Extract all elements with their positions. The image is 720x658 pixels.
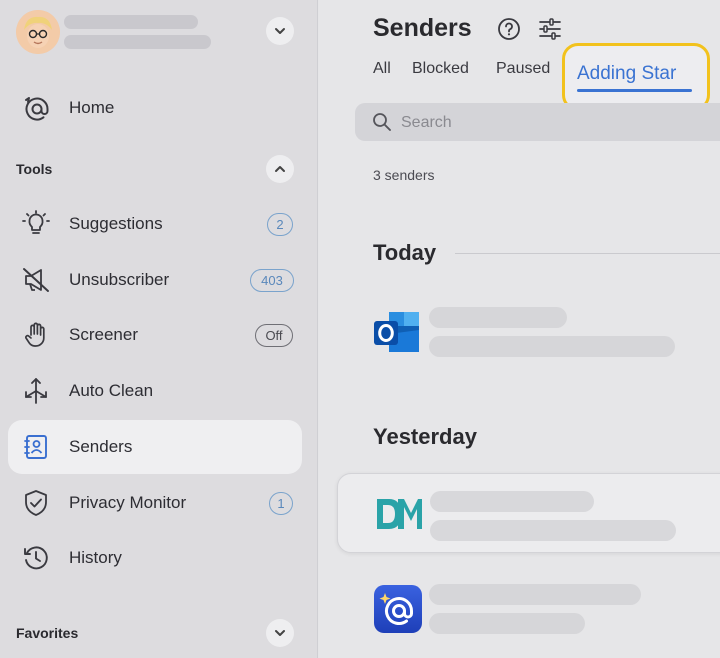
lightbulb-icon [22,210,50,234]
sidebar-item-label: Senders [69,437,133,456]
arrows-icon [25,378,47,404]
sender-email-placeholder [430,520,676,541]
avatar [16,10,60,54]
page-title: Senders [373,14,472,42]
filter-sliders-icon[interactable] [537,16,563,42]
sidebar-item-senders[interactable]: Senders [8,420,302,474]
sidebar-item-label: Unsubscriber [69,270,170,289]
sidebar-item-label: History [69,548,122,567]
main-panel: Senders All Blocked Paused Adding Star S… [319,0,720,658]
unsubscriber-count-badge: 403 [250,269,294,292]
sender-name-placeholder [429,584,641,605]
sidebar-item-label: Home [69,98,115,117]
tab-all[interactable]: All [373,60,391,78]
help-icon[interactable] [497,17,521,41]
collapse-tools-button[interactable] [266,155,294,183]
collapse-favorites-button[interactable] [266,619,294,647]
chevron-up-icon [275,166,285,172]
sidebar-item-home[interactable]: Home [8,81,302,135]
sender-count: 3 senders [373,167,435,183]
sender-name-placeholder [429,307,567,328]
group-header-yesterday: Yesterday [373,424,477,449]
tab-adding-star[interactable]: Adding Star [577,63,676,85]
sender-email-placeholder [429,613,585,634]
tab-blocked[interactable]: Blocked [412,60,469,78]
section-title-tools: Tools [16,161,53,177]
sidebar-item-label: Screener [69,325,138,344]
tab-paused[interactable]: Paused [496,60,550,78]
contact-book-icon [24,435,47,459]
sidebar-item-label: Suggestions [69,214,163,233]
sidebar-item-auto-clean[interactable]: Auto Clean [8,364,302,418]
search-icon [373,113,391,131]
sidebar-item-unsubscriber[interactable]: Unsubscriber 403 [8,253,302,307]
sidebar-item-history[interactable]: History [8,531,302,585]
hand-icon [25,322,45,347]
screener-status-badge: Off [255,324,293,347]
sidebar-item-label: Privacy Monitor [69,493,187,512]
sidebar-item-label: Auto Clean [69,381,154,400]
account-email-placeholder [64,35,211,49]
outlook-logo-icon [374,312,419,352]
shield-check-icon [25,490,47,516]
account-name-placeholder [64,15,198,29]
privacy-monitor-count-badge: 1 [269,492,293,515]
clock-history-icon [24,546,48,570]
chevron-down-icon [275,630,285,636]
sender-email-placeholder [429,336,675,357]
at-icon [25,97,49,121]
mail-app-logo-icon [374,585,422,633]
search-input[interactable]: Search [355,103,720,141]
account-menu-button[interactable] [266,17,294,45]
dm-logo-icon [377,499,422,529]
sender-name-placeholder [430,491,594,512]
chevron-down-icon [275,28,285,34]
account-switcher[interactable] [14,8,304,56]
muted-megaphone-icon [23,268,49,292]
active-tab-underline [577,89,692,92]
sidebar: Home Tools Suggestions 2 Unsubscriber 40… [0,0,318,658]
search-placeholder: Search [401,114,452,131]
sidebar-item-screener[interactable]: Screener Off [8,308,302,362]
group-header-today: Today [373,240,437,265]
divider [455,253,720,254]
sidebar-item-privacy-monitor[interactable]: Privacy Monitor 1 [8,476,302,530]
sender-row-dm[interactable] [337,473,720,553]
suggestions-count-badge: 2 [267,213,293,236]
sidebar-item-suggestions[interactable]: Suggestions 2 [8,197,302,251]
section-title-favorites: Favorites [16,625,79,641]
